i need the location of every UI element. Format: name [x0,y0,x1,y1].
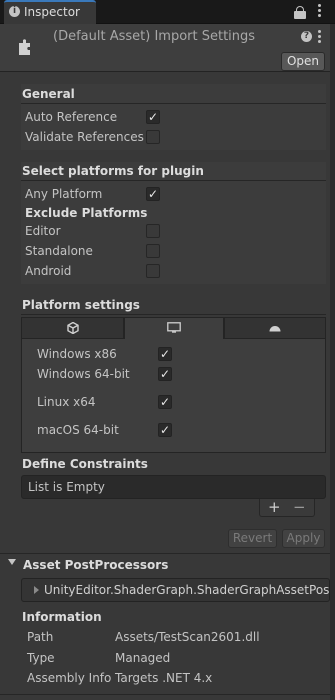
page-title: (Default Asset) Import Settings [53,29,256,44]
chevron-right-icon[interactable] [34,586,39,594]
divider [0,694,330,695]
open-button[interactable]: Open [281,52,325,71]
postprocessor-item[interactable]: UnityEditor.ShaderGraph.ShaderGraphAsset… [21,578,330,602]
postprocessors-title[interactable]: Asset PostProcessors [23,558,168,572]
divider [0,553,330,554]
android-icon [269,326,281,332]
info-value: Targets .NET 4.x [115,671,213,685]
tab-inspector-label: Inspector [24,5,80,19]
macos-64-label: macOS 64-bit [37,423,119,437]
linux-x64-checkbox[interactable]: ✓ [158,395,172,409]
general-title: General [22,87,75,101]
info-key: Path [27,630,54,644]
revert-button[interactable]: Revert [228,529,277,548]
tab-unity-platform[interactable] [21,317,124,339]
platforms-title: Select platforms for plugin [22,164,204,178]
any-platform-label: Any Platform [25,187,103,201]
information-title: Information [22,610,102,624]
monitor-icon [167,322,181,333]
validate-references-checkbox[interactable] [146,130,160,144]
plugin-asset-icon [19,39,30,55]
exclude-android-checkbox[interactable] [146,264,160,278]
divider [21,314,326,315]
tab-inspector[interactable]: i Inspector [4,0,96,24]
windows-x86-checkbox[interactable]: ✓ [158,347,172,361]
more-options-icon[interactable] [318,4,322,20]
divider [21,103,326,104]
chevron-down-icon[interactable] [8,559,16,565]
tab-standalone-platform[interactable] [124,317,224,339]
lock-icon[interactable] [294,11,306,19]
exclude-android-label: Android [25,264,72,278]
info-key: Assembly Info [27,671,112,685]
remove-icon[interactable]: − [293,498,306,516]
windows-x86-label: Windows x86 [37,347,117,361]
windows-64-checkbox[interactable]: ✓ [158,367,172,381]
auto-reference-label: Auto Reference [25,110,118,124]
linux-x64-label: Linux x64 [37,395,96,409]
header-more-icon[interactable] [318,30,321,43]
info-value: Assets/TestScan2601.dll [115,630,260,644]
add-icon[interactable]: + [268,498,281,516]
any-platform-checkbox[interactable]: ✓ [146,187,160,201]
windows-64-label: Windows 64-bit [37,367,130,381]
exclude-platforms-title: Exclude Platforms [25,206,148,220]
postprocessor-name: UnityEditor.ShaderGraph.ShaderGraphAsset… [44,583,330,597]
scrollbar[interactable] [330,24,335,700]
platform-settings-title: Platform settings [22,298,140,312]
unity-icon [67,322,79,334]
auto-reference-checkbox[interactable]: ✓ [146,110,160,124]
list-empty-text: List is Empty [28,480,105,494]
help-icon[interactable]: ? [301,31,312,42]
exclude-editor-checkbox[interactable] [146,224,160,238]
apply-button[interactable]: Apply [282,529,325,548]
info-icon: i [9,6,20,17]
define-constraints-title: Define Constraints [22,457,148,471]
exclude-standalone-checkbox[interactable] [146,244,160,258]
tab-android-platform[interactable] [224,317,326,339]
exclude-editor-label: Editor [25,224,61,238]
validate-references-label: Validate References [25,130,144,144]
info-value: Managed [115,651,171,665]
divider [21,180,326,181]
info-key: Type [27,651,55,665]
macos-64-checkbox[interactable]: ✓ [158,423,172,437]
exclude-standalone-label: Standalone [25,244,93,258]
